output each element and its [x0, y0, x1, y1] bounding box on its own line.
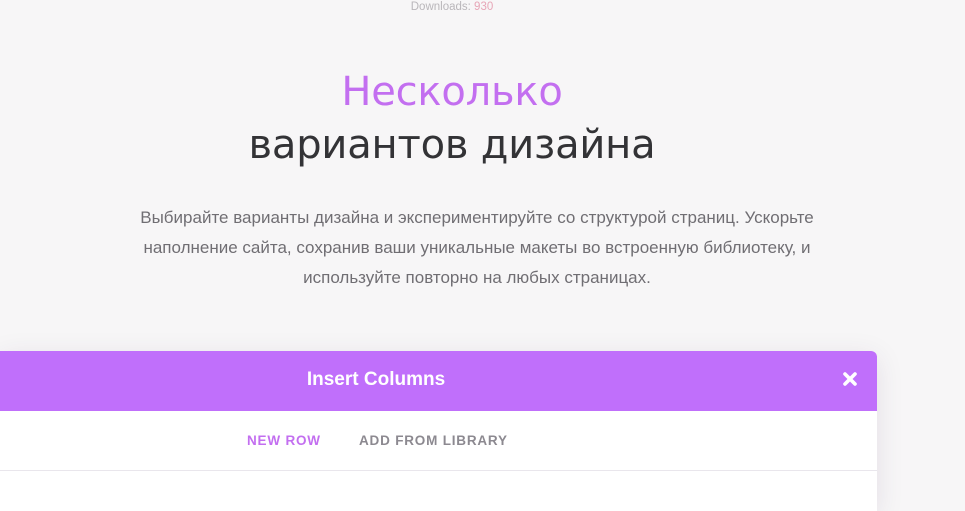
insert-columns-modal: Insert Columns New Row Add From Library: [0, 351, 877, 511]
hero-description: Выбирайте варианты дизайна и эксперимент…: [140, 208, 814, 287]
downloads-counter: Downloads: 930: [0, 0, 904, 14]
modal-title: Insert Columns: [306, 369, 446, 390]
tab-new-row[interactable]: New Row: [247, 411, 321, 471]
close-icon: [843, 372, 857, 386]
downloads-count: 930: [474, 1, 494, 13]
close-button[interactable]: [842, 371, 858, 387]
hero-title-main: вариантов дизайна: [248, 122, 656, 168]
hero-title-accent: Несколько: [341, 69, 563, 115]
tab-add-from-library[interactable]: Add From Library: [359, 411, 508, 471]
modal-header: Insert Columns: [0, 351, 877, 411]
modal-tabs: New Row Add From Library: [0, 411, 877, 471]
hero-title: Несколько вариантов дизайна: [0, 66, 904, 172]
downloads-label: Downloads:: [410, 1, 471, 13]
